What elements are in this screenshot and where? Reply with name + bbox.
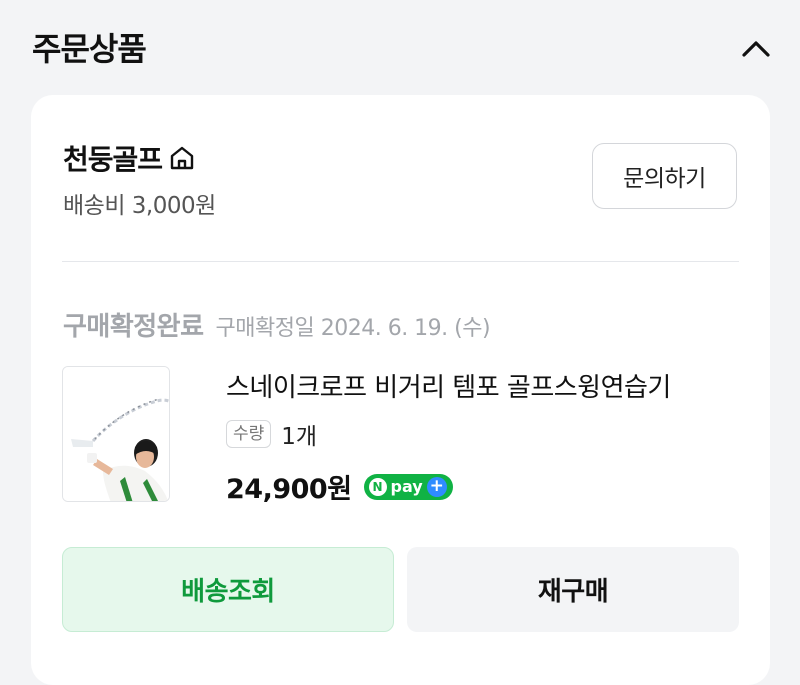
npay-plus-badge: N pay + xyxy=(363,473,453,500)
track-delivery-button[interactable]: 배송조회 xyxy=(62,547,394,632)
chevron-up-icon xyxy=(742,41,770,57)
home-icon xyxy=(168,144,196,172)
product-name[interactable]: 스네이크로프 비거리 템포 골프스윙연습기 xyxy=(226,367,736,404)
product-thumbnail[interactable] xyxy=(62,366,170,502)
collapse-button[interactable] xyxy=(738,30,774,66)
order-card: 천둥골프 배송비 3,000원 문의하기 구매확정완료 구매확정일 2024. … xyxy=(31,95,770,685)
npay-label: pay xyxy=(390,477,423,496)
confirm-date: 구매확정일 2024. 6. 19. (수) xyxy=(215,316,491,341)
divider xyxy=(62,261,739,262)
section-title: 주문상품 xyxy=(32,30,147,68)
shipping-fee: 배송비 3,000원 xyxy=(63,193,216,219)
order-status-row: 구매확정완료 구매확정일 2024. 6. 19. (수) xyxy=(63,306,491,343)
price-row: 24,900원 N pay + xyxy=(226,467,453,506)
product-image xyxy=(63,367,169,501)
plus-icon: + xyxy=(426,476,447,497)
rebuy-button[interactable]: 재구매 xyxy=(407,547,739,632)
quantity-value: 1개 xyxy=(281,424,318,450)
order-products-header: 주문상품 xyxy=(0,0,800,95)
npay-n-icon: N xyxy=(368,477,387,496)
seller-link[interactable]: 천둥골프 xyxy=(63,138,196,178)
quantity-row: 수량 1개 xyxy=(226,417,317,451)
quantity-badge: 수량 xyxy=(226,420,272,448)
inquiry-button[interactable]: 문의하기 xyxy=(592,143,737,209)
product-price: 24,900원 xyxy=(226,474,352,505)
seller-name: 천둥골프 xyxy=(63,143,163,176)
status-label: 구매확정완료 xyxy=(63,312,204,342)
